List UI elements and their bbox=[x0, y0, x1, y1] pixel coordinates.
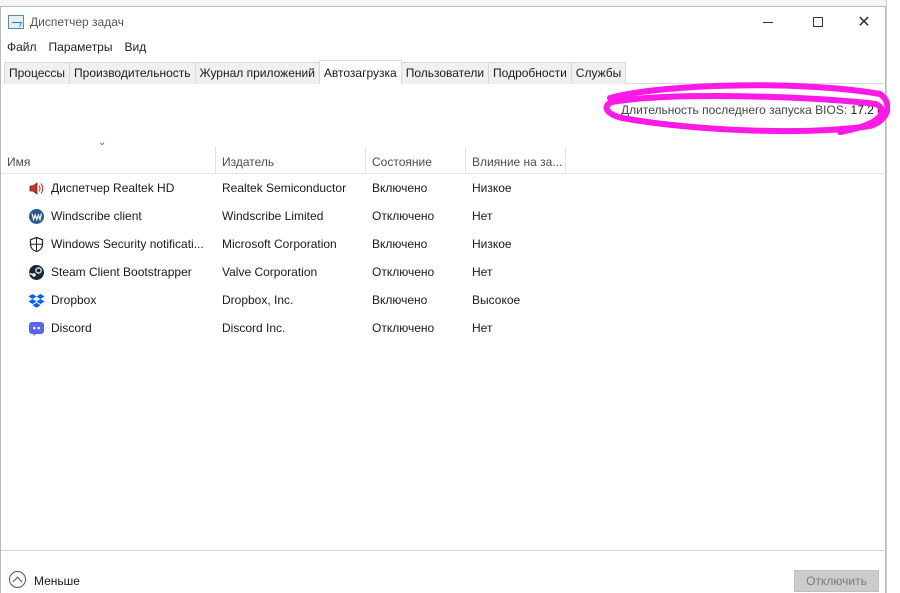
table-row[interactable]: Dropbox Dropbox, Inc. Включено Высокое bbox=[1, 286, 885, 314]
tab-strip: Процессы Производительность Журнал прило… bbox=[4, 60, 884, 84]
row-state: Отключено bbox=[372, 265, 435, 279]
chevron-up-icon[interactable] bbox=[9, 571, 26, 588]
tab-app-history[interactable]: Журнал приложений bbox=[194, 62, 320, 84]
task-manager-icon bbox=[8, 15, 24, 29]
menu-bar: Файл Параметры Вид bbox=[1, 38, 152, 58]
close-icon: ✕ bbox=[857, 12, 871, 31]
row-publisher: Microsoft Corporation bbox=[222, 237, 337, 251]
column-name[interactable]: Имя bbox=[1, 147, 216, 174]
minimize-button[interactable] bbox=[745, 7, 791, 37]
menu-view[interactable]: Вид bbox=[118, 38, 152, 58]
row-publisher: Discord Inc. bbox=[222, 321, 286, 335]
minimize-icon bbox=[763, 21, 773, 23]
discord-icon bbox=[29, 322, 44, 337]
row-name: Диспетчер Realtek HD bbox=[51, 181, 175, 195]
row-state: Включено bbox=[372, 237, 428, 251]
tab-users[interactable]: Пользователи bbox=[400, 62, 490, 84]
row-state: Отключено bbox=[372, 321, 435, 335]
menu-options[interactable]: Параметры bbox=[43, 38, 119, 58]
column-publisher[interactable]: Издатель bbox=[216, 147, 366, 174]
bios-label: Длительность последнего запуска BIOS: bbox=[621, 103, 848, 117]
row-impact: Высокое bbox=[472, 293, 521, 307]
close-button[interactable]: ✕ bbox=[841, 7, 887, 37]
shield-icon bbox=[29, 236, 44, 253]
table-row[interactable]: Windscribe client Windscribe Limited Отк… bbox=[1, 202, 885, 230]
footer-bar: Меньше Отключить bbox=[1, 550, 885, 593]
tab-performance[interactable]: Производительность bbox=[69, 62, 196, 84]
background-window-edge bbox=[886, 0, 900, 593]
maximize-icon bbox=[813, 17, 823, 27]
title-bar[interactable]: Диспетчер задач ✕ bbox=[1, 7, 885, 37]
windscribe-icon bbox=[29, 209, 44, 224]
task-manager-window: Диспетчер задач ✕ Файл Параметры Вид Про… bbox=[0, 6, 886, 593]
row-impact: Нет bbox=[472, 321, 493, 335]
speaker-icon bbox=[29, 182, 44, 195]
row-name: Windows Security notificati... bbox=[51, 237, 204, 251]
row-impact: Нет bbox=[472, 265, 493, 279]
fewer-details-button[interactable]: Меньше bbox=[34, 574, 80, 588]
row-impact: Нет bbox=[472, 209, 493, 223]
steam-icon bbox=[29, 265, 44, 280]
row-state: Включено bbox=[372, 181, 428, 195]
row-name: Discord bbox=[51, 321, 92, 335]
table-row[interactable]: Discord Discord Inc. Отключено Нет bbox=[1, 314, 885, 342]
row-publisher: Dropbox, Inc. bbox=[222, 293, 294, 307]
tab-services[interactable]: Службы bbox=[570, 62, 627, 84]
row-publisher: Windscribe Limited bbox=[222, 209, 324, 223]
row-state: Отключено bbox=[372, 209, 435, 223]
row-impact: Низкое bbox=[472, 237, 512, 251]
maximize-button[interactable] bbox=[795, 7, 841, 37]
table-row[interactable]: Диспетчер Realtek HD Realtek Semiconduct… bbox=[1, 174, 885, 202]
row-name: Dropbox bbox=[51, 293, 97, 307]
column-header: Имя Издатель Состояние Влияние на за... bbox=[1, 147, 885, 174]
table-row[interactable]: Windows Security notificati... Microsoft… bbox=[1, 230, 885, 258]
row-publisher: Valve Corporation bbox=[222, 265, 318, 279]
column-impact[interactable]: Влияние на за... bbox=[466, 147, 566, 174]
bios-last-time: Длительность последнего запуска BIOS: 17… bbox=[621, 103, 883, 117]
startup-list: Диспетчер Realtek HD Realtek Semiconduct… bbox=[1, 174, 885, 342]
menu-file[interactable]: Файл bbox=[1, 38, 43, 58]
row-publisher: Realtek Semiconductor bbox=[222, 181, 347, 195]
row-impact: Низкое bbox=[472, 181, 512, 195]
tab-processes[interactable]: Процессы bbox=[4, 62, 71, 84]
dropbox-icon bbox=[28, 294, 45, 308]
disable-button[interactable]: Отключить bbox=[794, 570, 879, 592]
tab-details[interactable]: Подробности bbox=[488, 62, 572, 84]
column-state[interactable]: Состояние bbox=[366, 147, 466, 174]
bios-value: 17.2 с bbox=[850, 103, 884, 117]
table-row[interactable]: Steam Client Bootstrapper Valve Corporat… bbox=[1, 258, 885, 286]
row-name: Windscribe client bbox=[51, 209, 142, 223]
tab-startup[interactable]: Автозагрузка bbox=[318, 60, 402, 84]
window-title: Диспетчер задач bbox=[30, 15, 124, 29]
row-state: Включено bbox=[372, 293, 428, 307]
row-name: Steam Client Bootstrapper bbox=[51, 265, 192, 279]
